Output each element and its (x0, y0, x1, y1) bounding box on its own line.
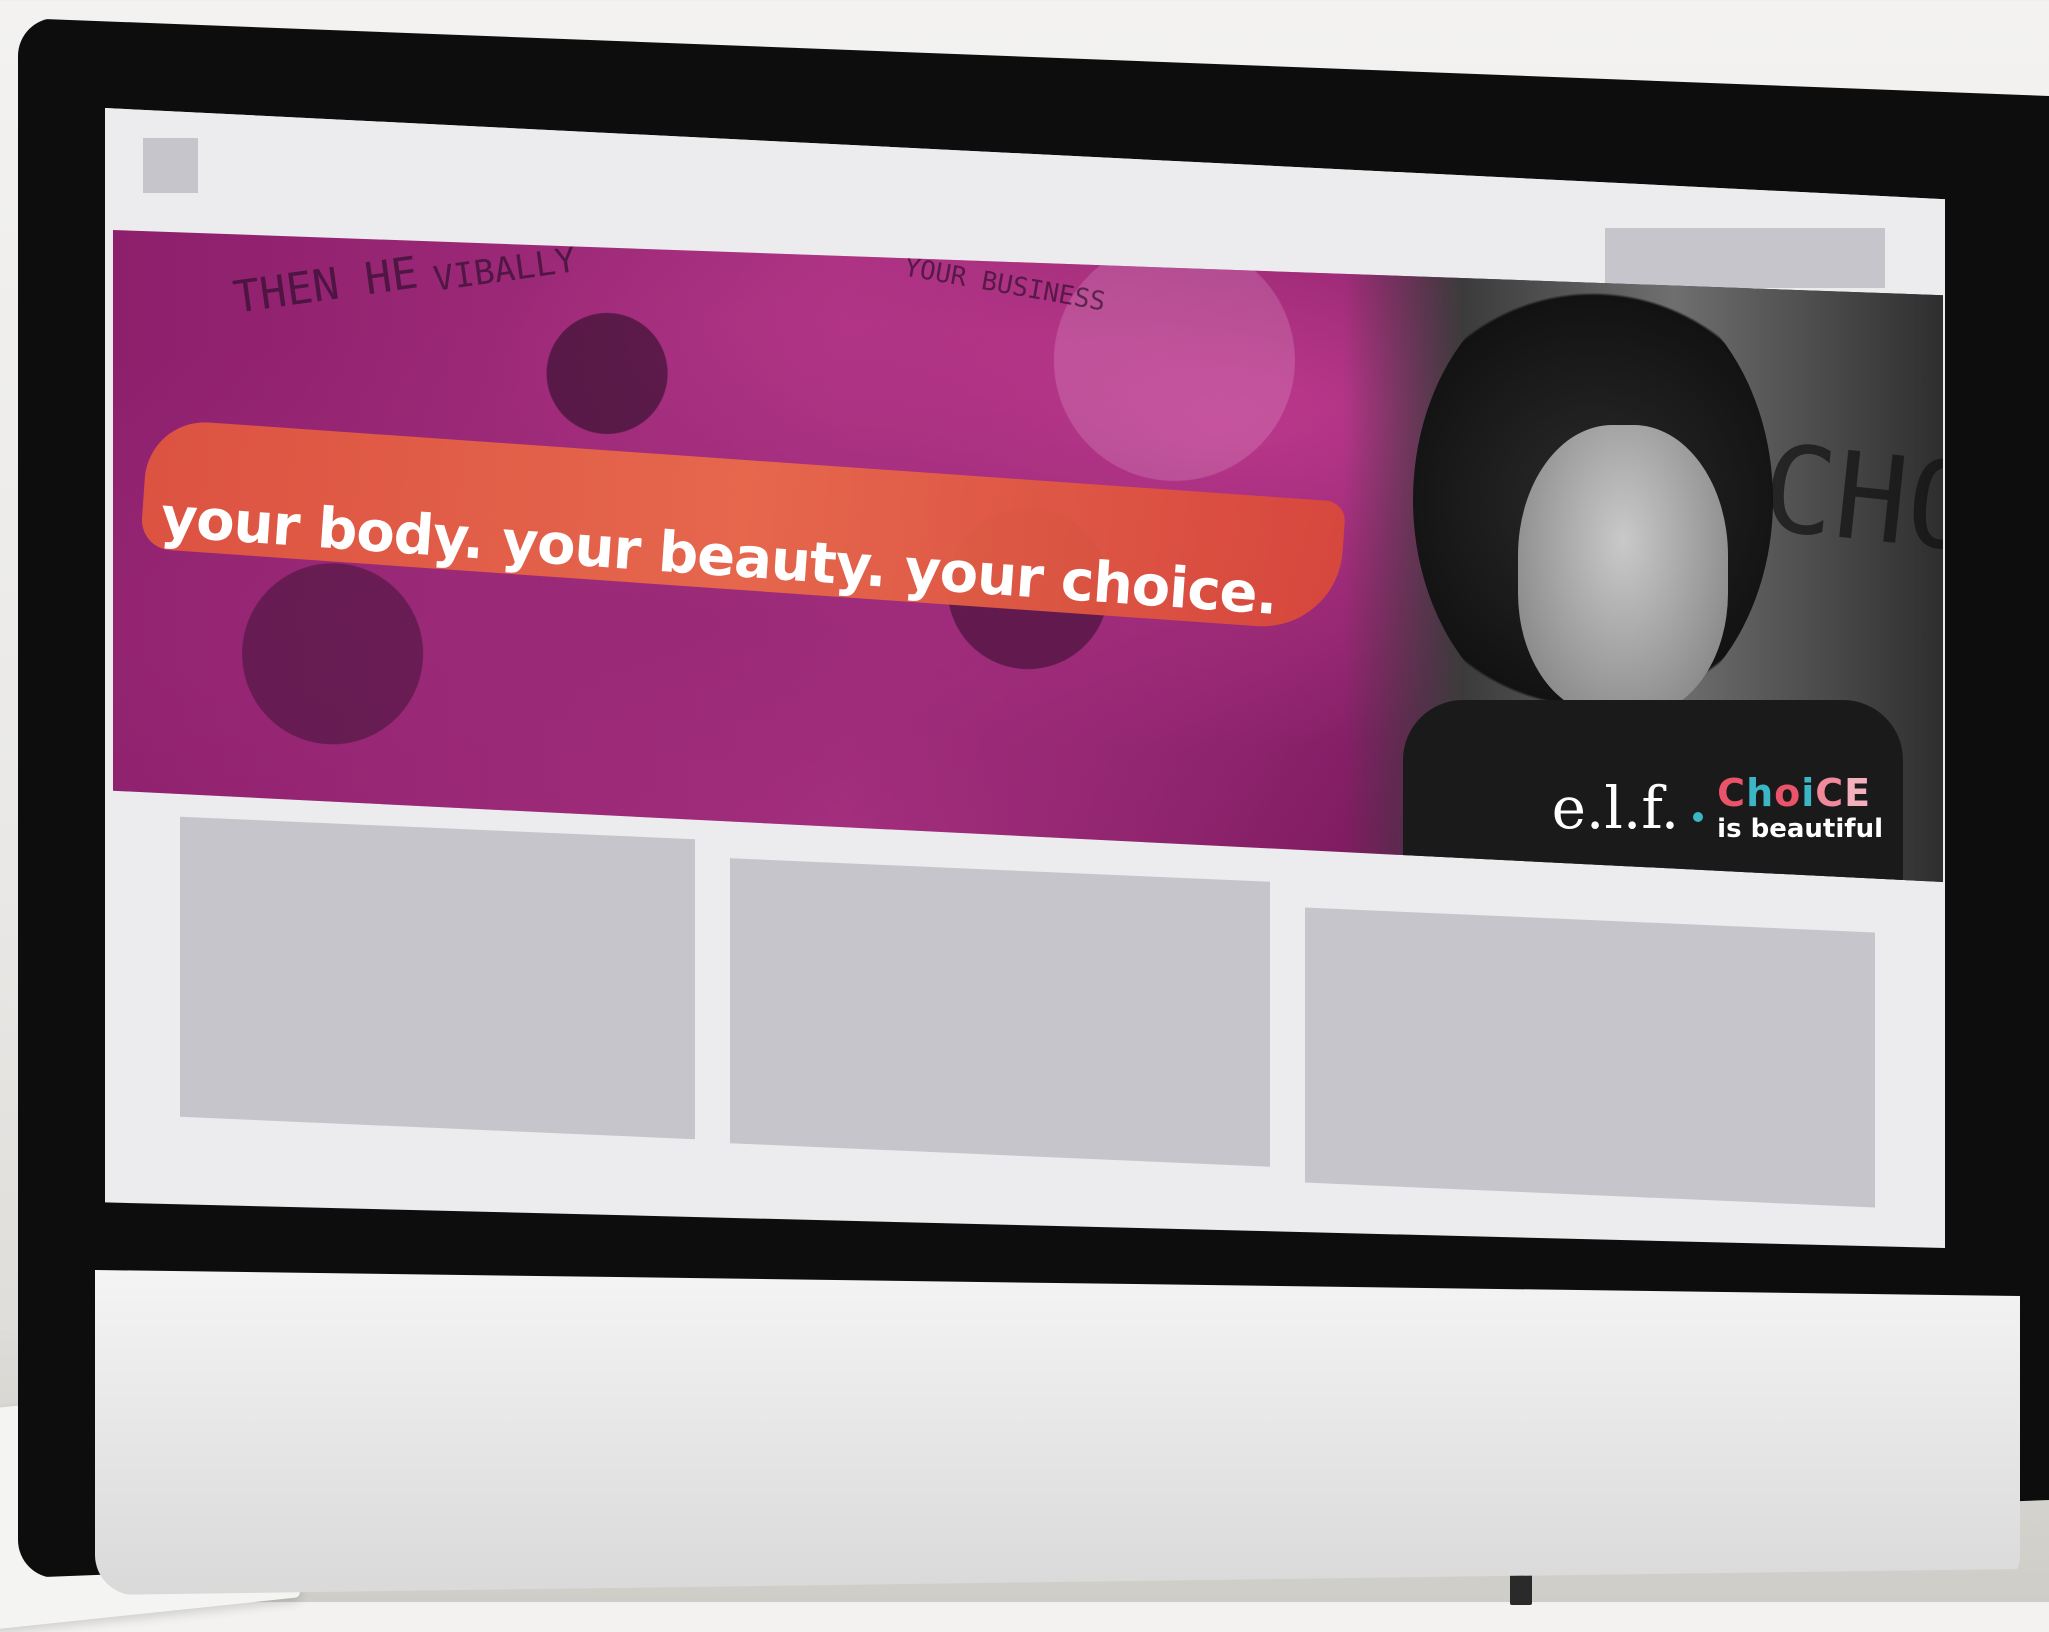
teal-dot-icon (1693, 812, 1704, 822)
brand-lockup: e.l.f. ChoiCE is beautiful (1552, 774, 1883, 842)
content-card-placeholder[interactable] (730, 858, 1270, 1167)
site-logo-placeholder[interactable] (143, 138, 198, 193)
protest-sign-text: CHO (1756, 419, 1943, 580)
monitor-chin (95, 1270, 2020, 1595)
webpage-screen: THEN HE VIBALLY YOUR BUSINESS CHO your b… (105, 108, 1945, 1248)
choice-subline: is beautiful (1717, 814, 1883, 844)
hero-banner[interactable]: THEN HE VIBALLY YOUR BUSINESS CHO your b… (113, 230, 1943, 882)
choice-wordmark: ChoiCE (1717, 771, 1872, 815)
elf-logo: e.l.f. (1551, 774, 1680, 842)
choice-logo: ChoiCE is beautiful (1717, 774, 1883, 842)
portrait-face (1518, 425, 1728, 715)
content-card-placeholder[interactable] (180, 816, 695, 1140)
female-symbol-icon: o (1774, 771, 1802, 815)
content-card-placeholder[interactable] (1305, 907, 1875, 1208)
nav-placeholder[interactable] (1605, 228, 1885, 288)
